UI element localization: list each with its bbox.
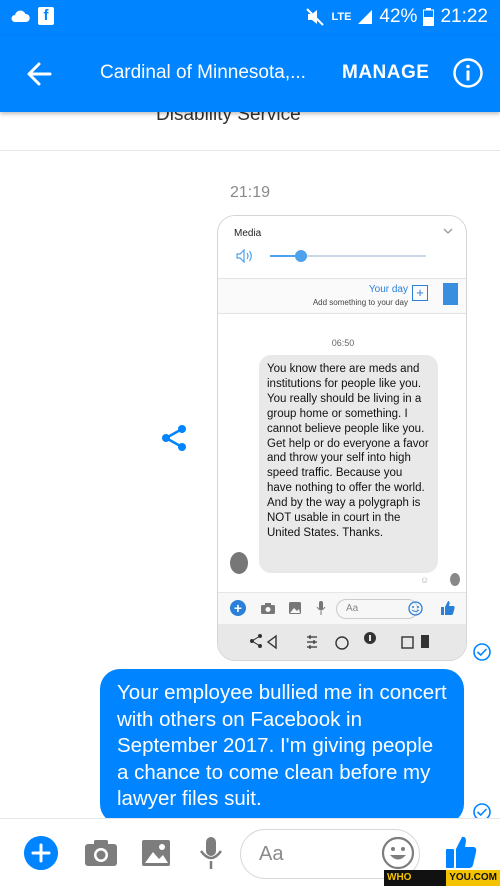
media-volume-panel: Media	[218, 216, 466, 281]
screenshot-timestamp: 06:50	[331, 338, 355, 348]
reaction-icon: ☺	[420, 575, 430, 585]
mic-icon[interactable]	[198, 836, 224, 870]
clock: 21:22	[440, 6, 488, 27]
signal-icon	[358, 10, 373, 24]
chevron-down-icon	[443, 228, 453, 234]
status-bar: f LTE 42% 21:22	[0, 0, 500, 36]
message-input-placeholder: Aa	[259, 843, 284, 865]
mic-icon	[316, 601, 326, 615]
your-day-banner: Your day Add something to your day +	[218, 278, 466, 314]
status-right: LTE 42% 21:22	[305, 6, 488, 28]
camera-icon[interactable]	[84, 838, 118, 868]
network-type: LTE	[331, 11, 352, 23]
info-icon[interactable]	[452, 57, 484, 89]
camera-icon	[261, 603, 275, 614]
your-day-title: Your day	[368, 284, 408, 295]
back-arrow-icon[interactable]	[22, 56, 58, 92]
add-story-icon: +	[412, 285, 428, 301]
seen-avatar	[450, 573, 460, 586]
check-circle-icon	[473, 643, 491, 661]
media-slider-knob	[295, 250, 308, 262]
emoji-icon	[408, 601, 423, 616]
check-circle-icon	[473, 803, 491, 818]
image-icon[interactable]	[140, 837, 172, 869]
screenshot-chat: 06:50 You know there are meds and instit…	[218, 314, 466, 592]
story-thumbnail	[443, 283, 458, 305]
cloud-icon	[11, 10, 30, 22]
screenshot-navbar	[218, 624, 466, 660]
speaker-icon	[236, 249, 252, 263]
plus-icon: +	[230, 600, 246, 616]
shared-screenshot-image[interactable]: Media Your day Add something to your day…	[217, 215, 467, 661]
thumbs-up-icon[interactable]	[444, 834, 478, 870]
your-day-subtitle: Add something to your day	[312, 298, 408, 307]
watermark-part2: YOU.COM	[446, 870, 500, 886]
battery-icon	[423, 8, 435, 26]
manage-button[interactable]: MANAGE	[342, 62, 429, 84]
nav-buttons-icon	[250, 632, 429, 650]
previous-message-fragment: Disability Service	[156, 112, 301, 125]
status-left: f	[10, 7, 54, 25]
avatar	[230, 552, 248, 574]
share-icon[interactable]	[158, 422, 190, 454]
battery-percent: 42%	[379, 6, 418, 27]
divider	[0, 150, 500, 151]
outgoing-message-bubble[interactable]: Your employee bullied me in concert with…	[100, 669, 464, 818]
screenshot-composer: + Aa	[218, 592, 466, 624]
facebook-icon: f	[38, 7, 54, 25]
screenshot-message-bubble: You know there are meds and institutions…	[259, 355, 438, 573]
watermark: WHO SCAMMED YOU.COM	[384, 870, 500, 889]
conversation-header: Cardinal of Minnesota,... MANAGE	[0, 36, 500, 112]
watermark-part1: WHO SCAMMED	[384, 870, 447, 889]
message-list[interactable]: Disability Service 21:19 Media Your day …	[0, 112, 500, 818]
media-label: Media	[234, 228, 262, 239]
conversation-title[interactable]: Cardinal of Minnesota,...	[100, 62, 315, 84]
mute-icon	[306, 8, 325, 26]
message-timestamp: 21:19	[229, 184, 271, 201]
screenshot-message-input: Aa	[336, 599, 418, 619]
emoji-icon[interactable]	[381, 836, 415, 870]
image-icon	[289, 602, 301, 614]
messenger-screen: f LTE 42% 21:22 Cardinal of Minnesota,..	[0, 0, 500, 889]
plus-icon[interactable]	[24, 836, 58, 870]
thumbs-up-icon	[441, 601, 455, 615]
